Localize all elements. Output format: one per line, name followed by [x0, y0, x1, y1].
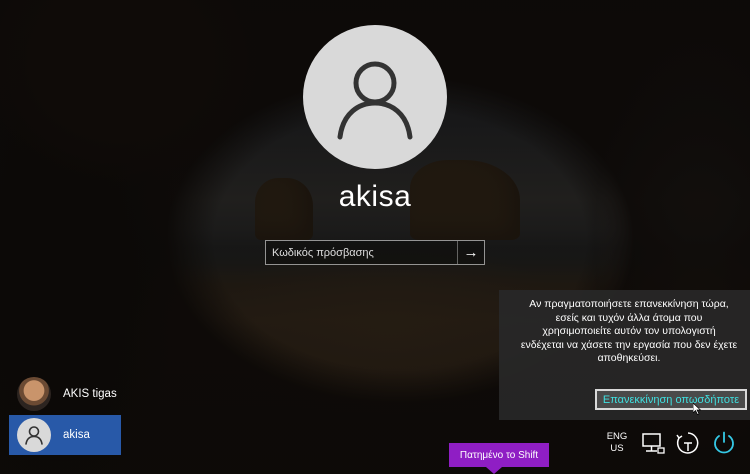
mouse-cursor-icon: [693, 403, 701, 415]
password-field-container: →: [265, 240, 485, 265]
ease-of-access-icon[interactable]: [675, 430, 701, 456]
restart-anyway-button[interactable]: Επανεκκίνηση οπωσδήποτε: [595, 389, 747, 410]
network-icon[interactable]: [640, 430, 666, 456]
user-switch-akis-tigas[interactable]: AKIS tigas: [9, 374, 121, 414]
user-switch-akisa[interactable]: akisa: [9, 415, 121, 455]
shift-pressed-label: Πατημένο το Shift: [449, 443, 549, 467]
user-name-label: AKIS tigas: [63, 388, 117, 400]
restart-warning-text: Αν πραγματοποιήσετε επανεκκίνηση τώρα, ε…: [520, 298, 738, 364]
password-input[interactable]: [266, 241, 458, 264]
shift-label-pointer: [486, 467, 502, 474]
user-name-label: akisa: [63, 429, 90, 441]
arrow-right-icon: →: [463, 244, 479, 261]
language-code: ENG: [606, 431, 628, 442]
user-silhouette-icon: [25, 426, 43, 445]
language-indicator[interactable]: ENG US: [601, 431, 633, 455]
submit-arrow-button[interactable]: →: [457, 241, 484, 264]
language-region: US: [610, 443, 624, 454]
user-default-avatar: [17, 418, 51, 452]
user-avatar: [303, 25, 447, 169]
username-label: akisa: [338, 180, 412, 213]
user-silhouette-icon: [337, 61, 413, 140]
user-photo-avatar: [17, 377, 51, 411]
power-icon[interactable]: [711, 430, 737, 456]
